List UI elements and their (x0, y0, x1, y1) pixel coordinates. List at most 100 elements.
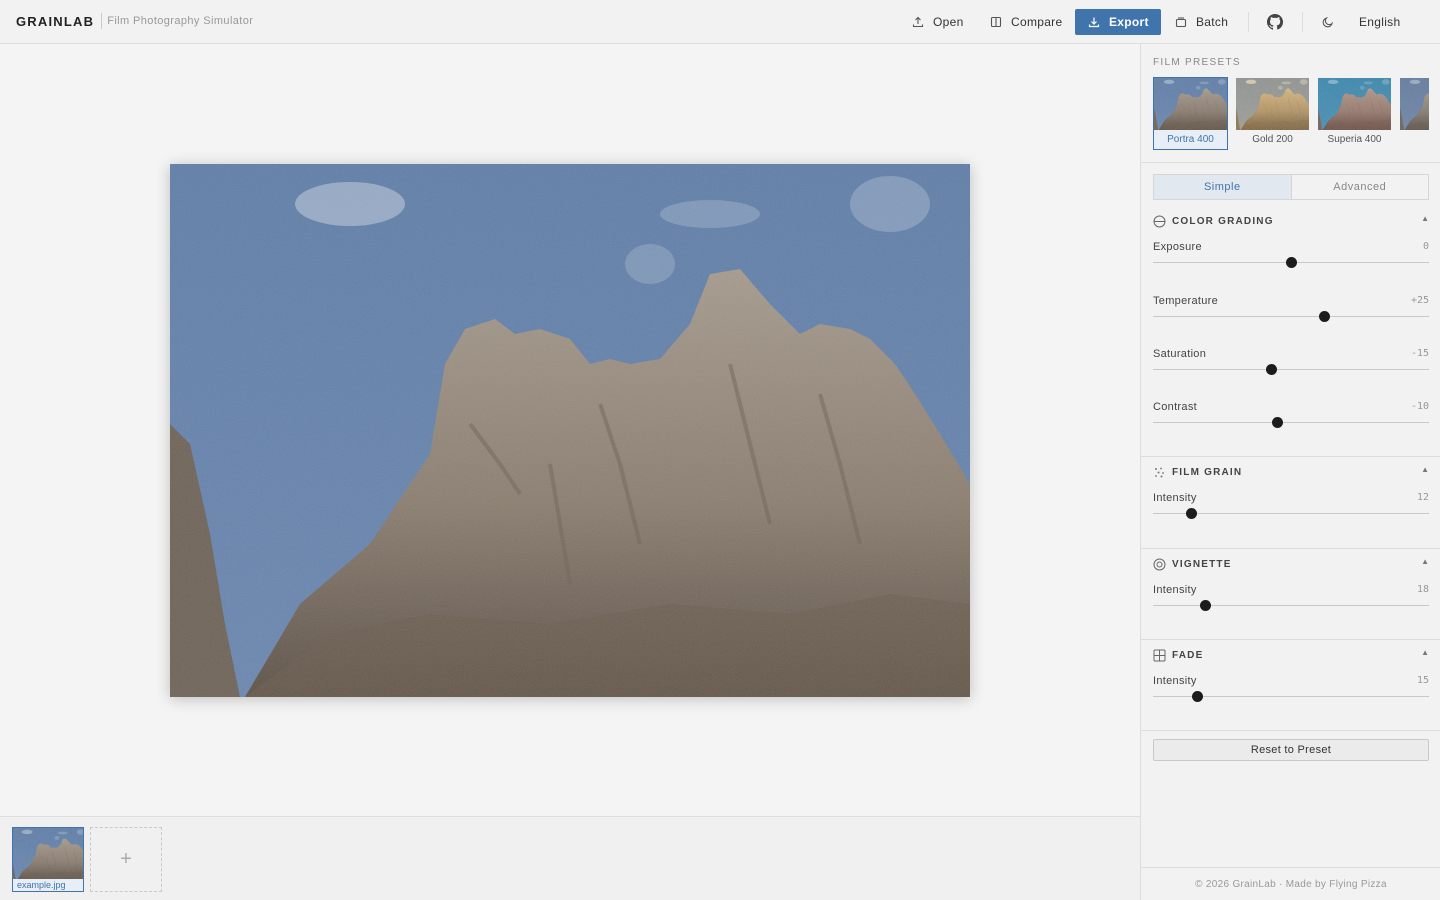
slider-track[interactable] (1153, 316, 1429, 317)
control-label: Intensity (1153, 675, 1197, 687)
language-selector[interactable]: English (1359, 9, 1400, 35)
slider-track[interactable] (1153, 369, 1429, 370)
slider-knob[interactable] (1318, 311, 1330, 322)
thumb-filename: example.jpg (13, 879, 83, 891)
preset-list: Portra 400 Gold 200 Superia 400 C (1153, 77, 1429, 151)
vignette-header[interactable]: VIGNETTE ▲ (1153, 557, 1429, 571)
batch-button[interactable]: Batch (1175, 9, 1228, 35)
collapse-icon: ▲ (1421, 214, 1429, 223)
tab-advanced[interactable]: Advanced (1290, 175, 1429, 199)
collapse-icon: ▲ (1421, 465, 1429, 474)
divider (1141, 456, 1440, 457)
control-label: Temperature (1153, 295, 1219, 307)
preset-thumb (1400, 78, 1429, 130)
film-presets-label: FILM PRESETS (1153, 57, 1241, 68)
divider (1141, 548, 1440, 549)
control-value: 0 (1422, 241, 1429, 252)
exposure-control: Exposure 0 (1153, 241, 1429, 281)
slider-track[interactable] (1153, 605, 1429, 606)
preview-canvas (0, 44, 1140, 816)
preset-name: Gold 200 (1252, 134, 1293, 145)
collapse-icon: ▲ (1421, 648, 1429, 657)
group-title: COLOR GRADING (1172, 215, 1274, 227)
fade-intensity-control: Intensity 15 (1153, 675, 1429, 715)
photo-image (170, 164, 970, 697)
film-grain-header[interactable]: FILM GRAIN ▲ (1153, 465, 1429, 479)
vignette-icon (1153, 558, 1166, 570)
preset-thumb (1236, 78, 1309, 130)
slider-knob[interactable] (1271, 417, 1283, 428)
tab-simple[interactable]: Simple (1154, 175, 1291, 199)
plus-icon: + (120, 848, 132, 870)
brand-logo: GRAINLAB (16, 13, 95, 29)
preset-gold-200[interactable]: Gold 200 (1235, 77, 1310, 150)
compare-icon (990, 16, 1002, 28)
contrast-control: Contrast -10 (1153, 401, 1429, 441)
vignette-intensity-control: Intensity 18 (1153, 584, 1429, 624)
moon-icon (1322, 16, 1334, 28)
color-grading-header[interactable]: COLOR GRADING ▲ (1153, 214, 1429, 228)
preset-name: Portra 400 (1167, 134, 1214, 145)
slider-track[interactable] (1153, 422, 1429, 423)
brand-divider (101, 13, 103, 29)
control-label: Contrast (1153, 401, 1197, 413)
preset-name: C (1400, 134, 1429, 145)
export-button-label: Export (1109, 15, 1149, 29)
control-label: Saturation (1153, 348, 1207, 360)
brand-subtitle: Film Photography Simulator (107, 15, 254, 27)
slider-knob[interactable] (1186, 508, 1198, 519)
compare-button-label: Compare (1011, 15, 1063, 29)
fade-icon (1153, 649, 1166, 661)
slider-knob[interactable] (1191, 691, 1203, 702)
color-grading-icon (1153, 215, 1166, 227)
open-button-label: Open (933, 15, 964, 29)
control-value: +25 (1410, 295, 1429, 306)
toolbar-divider (1302, 12, 1303, 32)
grain-icon (1155, 467, 1164, 477)
preset-thumb (1318, 78, 1391, 130)
group-title: FILM GRAIN (1172, 466, 1243, 478)
divider (1141, 162, 1440, 163)
batch-button-label: Batch (1196, 15, 1229, 29)
preset-name: Superia 400 (1327, 134, 1382, 145)
control-label: Intensity (1153, 584, 1197, 596)
add-image-button[interactable]: + (90, 827, 162, 892)
divider (1141, 639, 1440, 640)
fade-header[interactable]: FADE ▲ (1153, 648, 1429, 662)
brand: GRAINLAB Film Photography Simulator (16, 13, 253, 29)
grain-intensity-control: Intensity 12 (1153, 492, 1429, 532)
github-icon (1267, 14, 1283, 30)
control-label: Intensity (1153, 492, 1197, 504)
sidebar-footer: © 2026 GrainLab · Made by Flying Pizza (1141, 867, 1440, 900)
control-value: 18 (1416, 584, 1429, 595)
thumb-image (13, 828, 84, 881)
control-value: 15 (1416, 675, 1429, 686)
saturation-control: Saturation -15 (1153, 348, 1429, 388)
compare-button[interactable]: Compare (990, 9, 1062, 35)
reset-to-preset-button[interactable]: Reset to Preset (1153, 739, 1429, 761)
toolbar-divider (1248, 12, 1249, 32)
theme-toggle[interactable] (1322, 9, 1334, 35)
filmstrip: example.jpg + (0, 816, 1140, 900)
filmstrip-thumb[interactable]: example.jpg (12, 827, 84, 892)
slider-knob[interactable] (1285, 257, 1297, 268)
mode-tabs: Simple Advanced (1153, 174, 1429, 200)
download-icon (1088, 17, 1100, 28)
export-button[interactable]: Export (1075, 9, 1161, 35)
slider-knob[interactable] (1199, 600, 1211, 611)
temperature-control: Temperature +25 (1153, 295, 1429, 335)
group-title: VIGNETTE (1172, 558, 1232, 570)
slider-knob[interactable] (1266, 364, 1278, 375)
control-value: 12 (1416, 492, 1429, 503)
divider (1141, 730, 1440, 731)
preset-superia-400[interactable]: Superia 400 (1317, 77, 1392, 150)
top-toolbar: GRAINLAB Film Photography Simulator Open… (0, 0, 1440, 44)
adjustments-sidebar: FILM PRESETS Portra 400 Gold 200 Superia… (1140, 44, 1440, 900)
group-title: FADE (1172, 649, 1204, 661)
photo-preview[interactable] (170, 164, 970, 697)
preset-partial[interactable]: C (1399, 77, 1429, 150)
github-button[interactable] (1267, 9, 1283, 35)
preset-portra-400[interactable]: Portra 400 (1153, 77, 1228, 150)
upload-icon (912, 16, 924, 28)
open-button[interactable]: Open (912, 9, 964, 35)
